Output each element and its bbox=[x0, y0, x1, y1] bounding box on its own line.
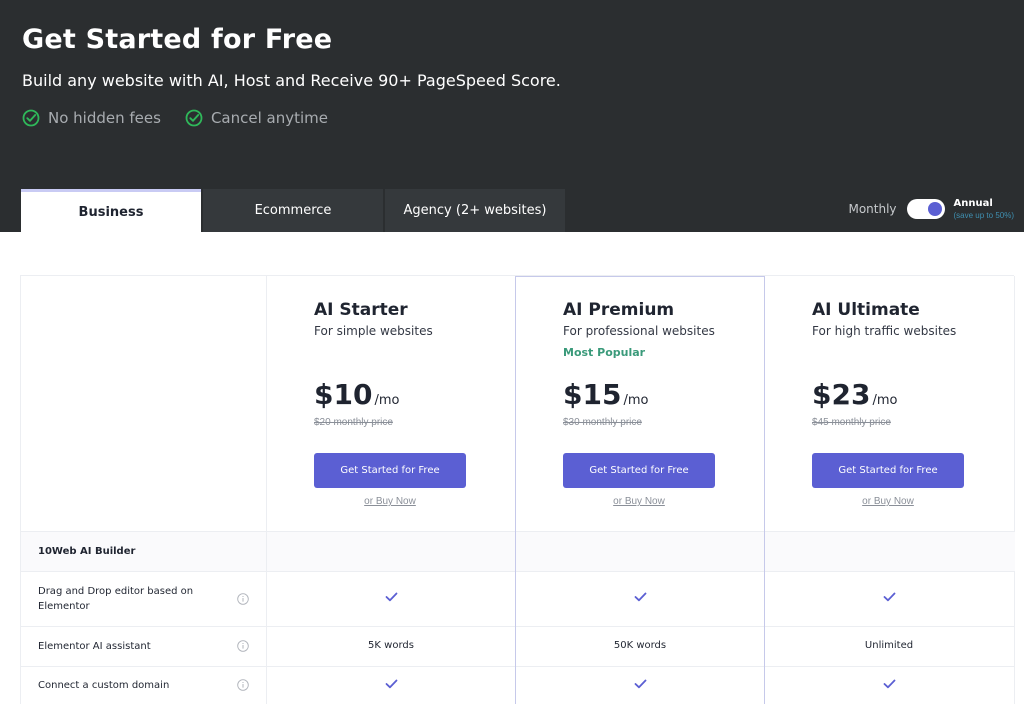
checkmark-icon bbox=[883, 679, 896, 689]
feature-label: Connect a custom domain bbox=[38, 678, 169, 693]
feature-value-ultimate: Unlimited bbox=[764, 640, 1014, 651]
perks-list: No hidden fees Cancel anytime bbox=[22, 109, 328, 127]
buy-now-link[interactable]: or Buy Now bbox=[314, 496, 466, 507]
buy-now-link[interactable]: or Buy Now bbox=[812, 496, 964, 507]
feature-label: Drag and Drop editor based on Elementor bbox=[38, 584, 198, 614]
tab-business[interactable]: Business bbox=[21, 189, 201, 232]
check-circle-icon bbox=[185, 109, 203, 127]
plan-name: AI Ultimate bbox=[812, 300, 920, 320]
price-unit: /mo bbox=[374, 393, 399, 408]
plan-price: $10 /mo bbox=[314, 378, 399, 411]
column-divider bbox=[266, 532, 267, 571]
old-price: $45 monthly price bbox=[812, 417, 891, 428]
plan-description: For simple websites bbox=[314, 324, 433, 338]
annual-save-note: (save up to 50%) bbox=[954, 211, 1014, 220]
feature-label: Elementor AI assistant bbox=[38, 639, 151, 654]
info-icon[interactable] bbox=[237, 593, 249, 605]
annual-option[interactable]: Annual (save up to 50%) bbox=[954, 198, 1014, 220]
price-unit: /mo bbox=[872, 393, 897, 408]
plan-name: AI Starter bbox=[314, 300, 408, 320]
price-amount: $23 bbox=[812, 378, 870, 411]
info-icon[interactable] bbox=[237, 640, 249, 652]
plan-card-ai-starter: AI Starter For simple websites $10 /mo $… bbox=[266, 276, 516, 531]
billing-period-switch: Monthly Annual (save up to 50%) bbox=[848, 198, 1014, 220]
perk-no-hidden-fees: No hidden fees bbox=[22, 109, 161, 127]
perk-label: Cancel anytime bbox=[211, 109, 328, 127]
price-amount: $10 bbox=[314, 378, 372, 411]
pricing-table: AI Starter For simple websites $10 /mo $… bbox=[20, 275, 1014, 704]
feature-check-starter bbox=[266, 592, 516, 605]
info-icon[interactable] bbox=[237, 679, 249, 691]
feature-check-ultimate bbox=[764, 592, 1014, 605]
feature-value-starter: 5K words bbox=[266, 640, 516, 651]
plan-price: $23 /mo bbox=[812, 378, 897, 411]
toggle-knob bbox=[928, 202, 942, 216]
hero-subtitle: Build any website with AI, Host and Rece… bbox=[22, 71, 561, 90]
page-title: Get Started for Free bbox=[22, 24, 332, 55]
annual-label: Annual bbox=[954, 198, 1014, 209]
perk-label: No hidden fees bbox=[48, 109, 161, 127]
tab-ecommerce[interactable]: Ecommerce bbox=[203, 189, 383, 232]
checkmark-icon bbox=[385, 592, 398, 602]
tab-agency[interactable]: Agency (2+ websites) bbox=[385, 189, 565, 232]
get-started-button[interactable]: Get Started for Free bbox=[812, 453, 964, 488]
old-price: $20 monthly price bbox=[314, 417, 393, 428]
monthly-label[interactable]: Monthly bbox=[848, 202, 896, 216]
get-started-button[interactable]: Get Started for Free bbox=[314, 453, 466, 488]
checkmark-icon bbox=[883, 592, 896, 602]
plan-category-tabs: Business Ecommerce Agency (2+ websites) bbox=[21, 189, 567, 232]
section-title: 10Web AI Builder bbox=[38, 544, 135, 559]
check-circle-icon bbox=[22, 109, 40, 127]
feature-check-ultimate bbox=[764, 679, 1014, 692]
billing-toggle[interactable] bbox=[907, 199, 945, 219]
most-popular-highlight bbox=[515, 276, 765, 704]
checkmark-icon bbox=[385, 679, 398, 689]
perk-cancel-anytime: Cancel anytime bbox=[185, 109, 328, 127]
plan-description: For high traffic websites bbox=[812, 324, 956, 338]
feature-check-starter bbox=[266, 679, 516, 692]
plan-card-ai-ultimate: AI Ultimate For high traffic websites $2… bbox=[764, 276, 1014, 531]
hero-banner: Get Started for Free Build any website w… bbox=[0, 0, 1024, 232]
